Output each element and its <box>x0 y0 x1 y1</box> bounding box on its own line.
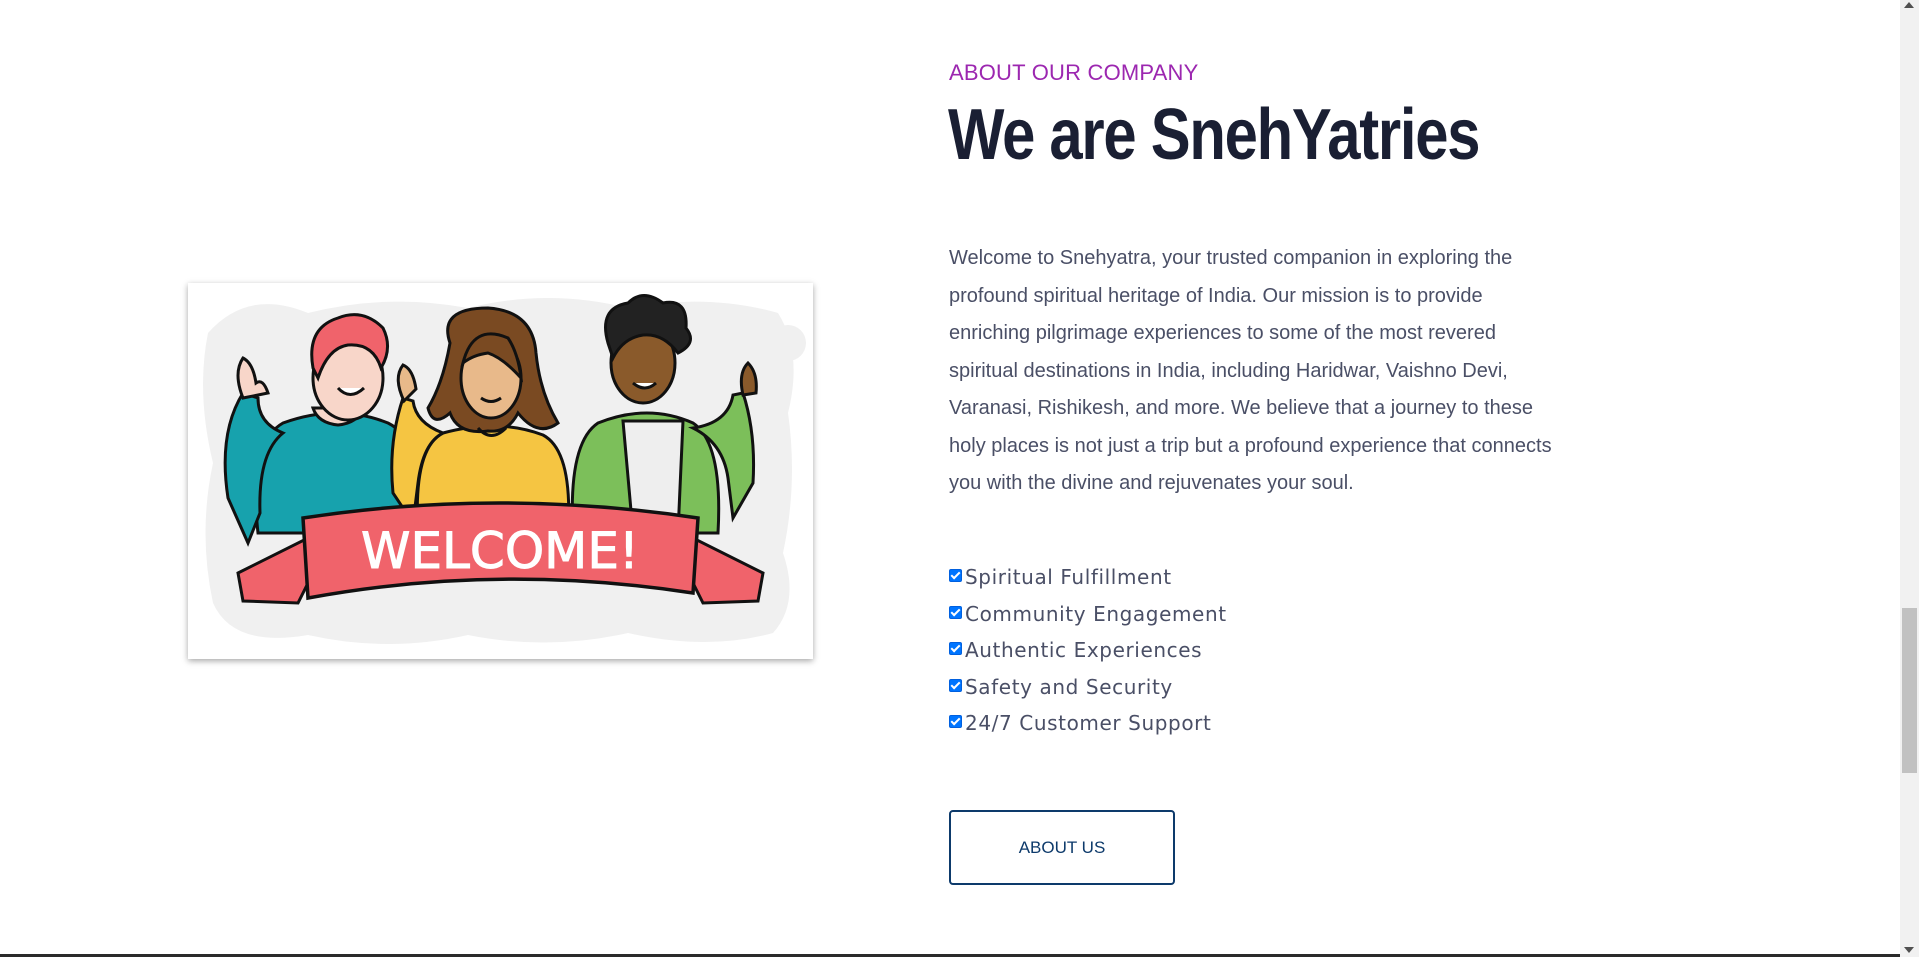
scroll-down-arrow-icon[interactable] <box>1904 947 1914 953</box>
feature-label: Community Engagement <box>965 601 1227 626</box>
about-description: Welcome to Snehyatra, your trusted compa… <box>949 247 1552 494</box>
about-us-button[interactable]: ABOUT US <box>949 810 1175 885</box>
vertical-scrollbar[interactable] <box>1900 0 1919 957</box>
feature-item: Safety and Security <box>949 674 1227 711</box>
section-title: We are SnehYatries <box>948 95 1480 175</box>
welcome-illustration-svg: WELCOME! <box>188 283 813 659</box>
feature-checkbox[interactable] <box>949 605 962 619</box>
feature-label: Safety and Security <box>965 674 1173 699</box>
feature-checkbox[interactable] <box>949 715 962 728</box>
feature-item: 24/7 Customer Support <box>949 710 1227 747</box>
feature-list: Spiritual Fulfillment Community Engageme… <box>949 564 1227 747</box>
feature-item: Authentic Experiences <box>949 637 1227 674</box>
section-eyebrow: ABOUT OUR COMPANY <box>949 60 1199 85</box>
page: WELCOME! ABOUT OUR COMPANY We are SnehYa… <box>0 0 1900 957</box>
feature-label: 24/7 Customer Support <box>965 711 1212 735</box>
banner-text: WELCOME! <box>361 522 639 580</box>
feature-item: Spiritual Fulfillment <box>949 564 1227 601</box>
feature-item: Community Engagement <box>949 601 1227 638</box>
feature-checkbox[interactable] <box>949 642 962 655</box>
feature-checkbox[interactable] <box>949 569 962 582</box>
feature-checkbox[interactable] <box>949 678 962 692</box>
feature-label: Authentic Experiences <box>965 638 1203 662</box>
feature-label: Spiritual Fulfillment <box>965 565 1172 589</box>
scroll-up-arrow-icon[interactable] <box>1904 2 1914 8</box>
welcome-illustration: WELCOME! <box>188 283 813 659</box>
scrollbar-thumb[interactable] <box>1902 608 1917 773</box>
